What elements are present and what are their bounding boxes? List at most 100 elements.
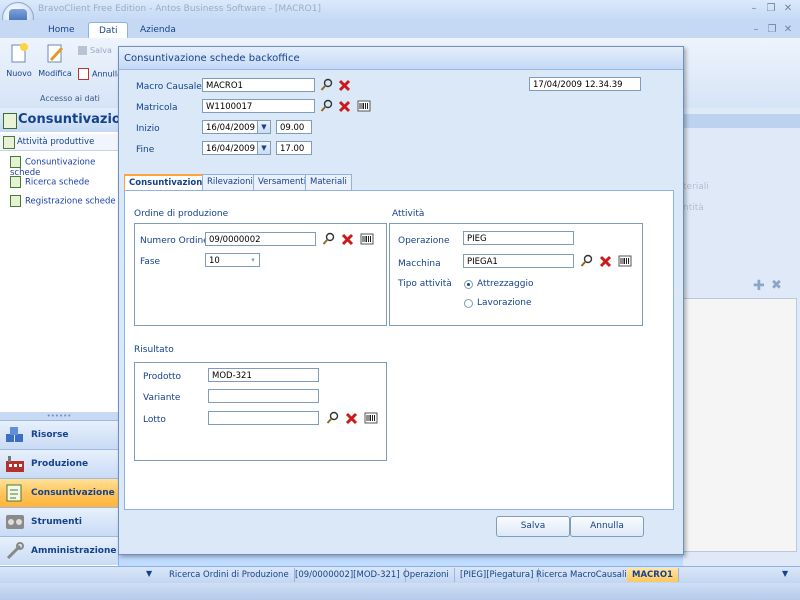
fine-time-field[interactable]: 17.00 <box>276 141 312 155</box>
tools-icon <box>6 515 24 529</box>
annulla-ribbon-label: Annulla <box>92 69 118 79</box>
search-icon[interactable] <box>580 254 594 268</box>
tipo-attivita-label: Tipo attività <box>398 279 452 289</box>
resources-icon <box>6 427 23 442</box>
radio-attrezzaggio[interactable] <box>464 280 473 289</box>
tab-consuntivazione[interactable]: Consuntivazione <box>124 174 214 191</box>
chevron-down-icon[interactable]: ▾ <box>247 254 259 266</box>
risultato-group-title: Risultato <box>134 345 174 355</box>
tab-materiali[interactable]: Materiali <box>305 174 352 190</box>
barcode-icon[interactable] <box>618 254 632 268</box>
search-icon[interactable] <box>326 411 340 425</box>
sidebar-item-consuntivazione-schede[interactable]: Consuntivazione schede <box>10 156 118 178</box>
sheet-icon <box>10 195 21 207</box>
variante-field[interactable] <box>208 389 319 403</box>
search-icon[interactable] <box>320 99 334 113</box>
doc-tab-macro1[interactable]: MACRO1 <box>627 568 679 582</box>
fine-date-field[interactable]: 16/04/2009 ▼ <box>202 141 271 155</box>
sidebar-item-registrazione-schede[interactable]: Registrazione schede <box>10 195 116 207</box>
sheet-icon <box>10 156 21 168</box>
macro-causale-field[interactable]: MACRO1 <box>202 78 315 92</box>
inizio-date-value: 16/04/2009 <box>206 123 255 133</box>
sidebar-splitter[interactable]: •••••• <box>0 412 118 420</box>
nav-risorse[interactable]: Risorse <box>0 420 118 449</box>
annulla-button[interactable]: Annulla <box>570 516 644 537</box>
radio-lavorazione[interactable] <box>464 299 473 308</box>
tabs-dropdown-icon[interactable]: ▼ <box>146 569 152 578</box>
ribbon-minimize-icon[interactable]: – <box>750 24 762 36</box>
close-icon[interactable]: ✕ <box>782 3 794 15</box>
wrench-icon <box>6 542 24 560</box>
search-icon[interactable] <box>322 232 336 246</box>
dialog-title-bar[interactable]: Consuntivazione schede backoffice <box>119 47 683 70</box>
ribbon-restore-icon[interactable]: ❐ <box>766 24 778 36</box>
attivita-group: Operazione PIEG Macchina PIEGA1 Tipo att… <box>389 223 643 326</box>
tab-panel: Ordine di produzione Numero Ordine 09/00… <box>124 190 674 510</box>
ribbon-tabs: Home Dati Azienda – ❐ ✕ <box>0 20 800 39</box>
sidebar-section-label: Attività produttive <box>17 137 95 147</box>
salva-ribbon-button[interactable]: Salva <box>78 46 112 55</box>
fase-label: Fase <box>140 257 161 267</box>
doc-tab-pieg[interactable]: [PIEG][Piegatura] <box>455 568 540 582</box>
doc-tab-operazioni[interactable]: Operazioni <box>398 568 455 582</box>
cancel-icon <box>78 68 89 80</box>
search-icon[interactable] <box>320 78 334 92</box>
clipboard-icon <box>3 113 17 129</box>
delete-icon[interactable] <box>338 99 352 113</box>
nuovo-button[interactable]: Nuovo <box>1 42 37 78</box>
delete-icon[interactable] <box>345 411 359 425</box>
barcode-icon[interactable] <box>357 99 371 113</box>
prodotto-field[interactable]: MOD-321 <box>208 368 319 382</box>
macchina-field[interactable]: PIEGA1 <box>463 254 574 268</box>
numero-ordine-field[interactable]: 09/0000002 <box>205 232 316 246</box>
nav-consuntivazione[interactable]: Consuntivazione <box>0 478 118 507</box>
sidebar-item-ricerca-schede[interactable]: Ricerca schede <box>10 176 89 188</box>
inizio-date-field[interactable]: 16/04/2009 ▼ <box>202 120 271 134</box>
barcode-icon[interactable] <box>360 232 374 246</box>
tab-dati[interactable]: Dati <box>88 22 129 39</box>
ordine-group-title: Ordine di produzione <box>134 209 229 219</box>
tab-azienda[interactable]: Azienda <box>130 22 186 38</box>
save-icon <box>78 46 87 55</box>
salva-button[interactable]: Salva <box>496 516 570 537</box>
delete-icon[interactable] <box>338 78 352 92</box>
background-label-materiali: teriali <box>683 182 709 192</box>
ordine-group: Numero Ordine 09/0000002 Fase 10 ▾ <box>134 223 387 326</box>
minimize-icon[interactable]: – <box>748 3 760 15</box>
edit-document-icon <box>47 44 64 63</box>
doc-tab-ordine[interactable]: [09/0000002][MOD-321] <box>290 568 406 582</box>
delete-icon[interactable] <box>599 254 613 268</box>
matricola-field[interactable]: W1100017 <box>202 99 315 113</box>
factory-icon <box>6 456 24 472</box>
sheet-icon <box>10 176 21 188</box>
doc-tab-ricerca-ordini[interactable]: Ricerca Ordini di Produzione <box>164 568 295 582</box>
salva-ribbon-label: Salva <box>90 46 112 55</box>
background-label-quantita: ntità <box>683 203 704 213</box>
nav-produzione[interactable]: Produzione <box>0 449 118 478</box>
delete-icon[interactable] <box>341 232 355 246</box>
tab-versamenti[interactable]: Versamenti <box>253 174 312 190</box>
ribbon-close-icon[interactable]: ✕ <box>782 24 794 36</box>
fase-field[interactable]: 10 ▾ <box>205 253 260 267</box>
restore-icon[interactable]: ❐ <box>765 3 777 15</box>
doc-tab-ricerca-macrocausali[interactable]: Ricerca MacroCausali <box>531 568 633 582</box>
sidebar-section[interactable]: Attività produttive <box>0 134 118 151</box>
nav-amministrazione[interactable]: Amministrazione <box>0 536 118 565</box>
annulla-ribbon-button[interactable]: Annulla <box>78 68 118 80</box>
inizio-time-field[interactable]: 09.00 <box>276 120 312 134</box>
tabs-overflow-icon[interactable]: ▼ <box>782 569 788 578</box>
modifica-button[interactable]: Modifica <box>36 42 74 78</box>
operazione-field[interactable]: PIEG <box>463 231 574 245</box>
tab-rilevazioni[interactable]: Rilevazioni <box>202 174 258 190</box>
remove-icon[interactable]: ✖ <box>771 278 782 293</box>
lotto-field[interactable] <box>208 411 319 425</box>
barcode-icon[interactable] <box>364 411 378 425</box>
tab-home[interactable]: Home <box>38 22 85 38</box>
nav-strumenti[interactable]: Strumenti <box>0 507 118 536</box>
macchina-label: Macchina <box>398 259 441 269</box>
chevron-down-icon[interactable]: ▼ <box>257 121 270 133</box>
add-icon[interactable]: ✚ <box>753 278 765 294</box>
lotto-label: Lotto <box>143 415 166 425</box>
numero-ordine-label: Numero Ordine <box>140 236 209 246</box>
chevron-down-icon[interactable]: ▼ <box>257 142 270 154</box>
